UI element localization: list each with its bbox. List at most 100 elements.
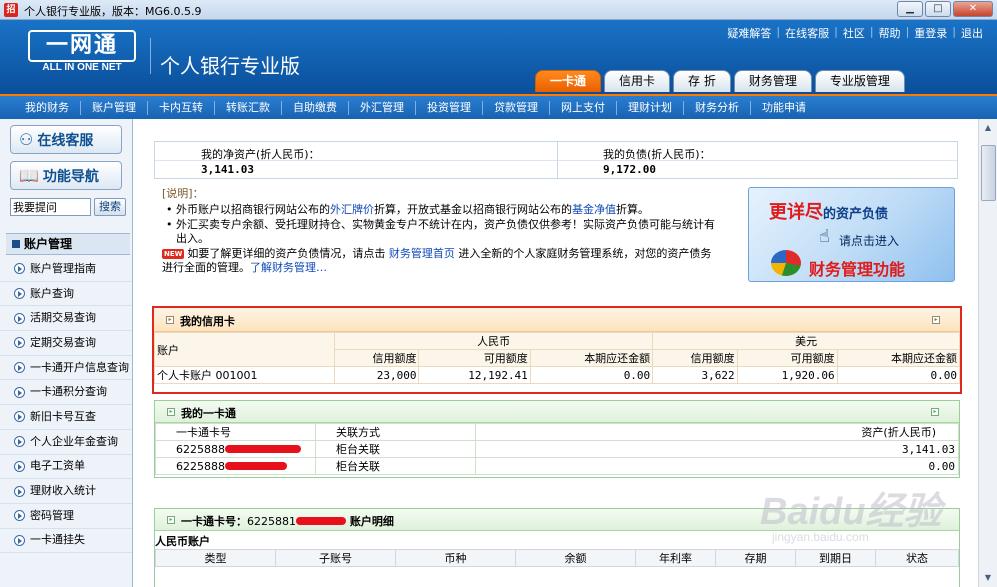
arrow-bullet-icon xyxy=(14,362,25,374)
expand-icon[interactable]: ▸ xyxy=(167,516,175,524)
notes: [说明]： 外币账户以招商银行网站公布的外汇牌价折算，开放式基金以招商银行网站公… xyxy=(162,187,718,275)
scroll-thumb[interactable] xyxy=(981,145,996,201)
table-row[interactable]: 个人卡账户 001001 23,000 12,192.41 0.00 3,622… xyxy=(154,366,961,384)
table-row[interactable]: 6225888 柜台关联 3,141.03 xyxy=(155,440,959,458)
divider xyxy=(557,142,558,178)
menu-current-tx[interactable]: 活期交易查询 xyxy=(0,306,132,332)
sub-header: 本期应还金额 xyxy=(529,349,654,367)
logo-sub: ALL IN ONE NET xyxy=(42,62,122,73)
menu-report-loss[interactable]: 一卡通挂失 xyxy=(0,529,132,554)
detail-title-suffix: 账户明细 xyxy=(349,515,394,528)
tab-passbook[interactable]: 存 折 xyxy=(673,70,731,92)
nav-wealth-plan[interactable]: 理财计划 xyxy=(617,100,684,115)
table-row[interactable]: 6225888 柜台关联 0.00 xyxy=(155,457,959,475)
nav-card-transfer[interactable]: 卡内互转 xyxy=(148,100,215,115)
link-faq[interactable]: 疑难解答 xyxy=(727,25,771,41)
tab-credit-card[interactable]: 信用卡 xyxy=(604,70,671,92)
account-section-header[interactable]: 账户管理 xyxy=(6,233,130,255)
nav-investment[interactable]: 投资管理 xyxy=(416,100,483,115)
sub-header: 本期应还金额 xyxy=(836,349,961,367)
liabilities-value: 9,172.00 xyxy=(603,163,656,176)
menu-open-info[interactable]: 一卡通开户信息查询 xyxy=(0,356,132,381)
menu-card-number-lookup[interactable]: 新旧卡号互查 xyxy=(0,405,132,430)
nav-analysis[interactable]: 财务分析 xyxy=(684,100,751,115)
link-community[interactable]: 社区 xyxy=(843,25,865,41)
tab-finance[interactable]: 财务管理 xyxy=(733,70,812,92)
link-exit[interactable]: 退出 xyxy=(961,25,983,41)
main-nav: 我的财务 账户管理 卡内互转 转账汇款 自助缴费 外汇管理 投资管理 贷款管理 … xyxy=(0,94,997,119)
hand-pointer-icon: ☝ xyxy=(819,226,830,247)
scroll-up-icon[interactable]: ▲ xyxy=(981,121,995,135)
arrow-bullet-icon xyxy=(14,534,25,546)
menu-points[interactable]: 一卡通积分查询 xyxy=(0,380,132,406)
card-number[interactable]: 6225888 xyxy=(155,440,316,458)
logo-main: 一网通 xyxy=(28,30,136,62)
nav-forex[interactable]: 外汇管理 xyxy=(349,100,416,115)
menu-annuity[interactable]: 个人企业年金查询 xyxy=(0,430,132,455)
learn-finance-link[interactable]: 了解财务管理… xyxy=(250,261,327,274)
finance-home-link[interactable]: 财务管理首页 xyxy=(389,247,455,260)
net-assets-value: 3,141.03 xyxy=(201,163,254,176)
menu-fixed-tx[interactable]: 定期交易查询 xyxy=(0,331,132,356)
note-line-1: 外币账户以招商银行网站公布的外汇牌价折算，开放式基金以招商银行网站公布的基金净值… xyxy=(162,203,718,217)
function-guide-button[interactable]: 📖 功能导航 xyxy=(10,161,122,190)
sub-header: 可用额度 xyxy=(736,349,838,367)
finance-promo-banner[interactable]: 更详尽的资产负债 ☝ 请点击进入 财务管理功能 xyxy=(748,187,955,282)
cc-usd-due: 0.00 xyxy=(836,366,961,384)
sidebar: ⚇ 在线客服 📖 功能导航 搜索 账户管理 账户管理指南 账户查询 活期交易查询… xyxy=(0,119,133,587)
nav-loan[interactable]: 贷款管理 xyxy=(483,100,550,115)
menu-label: 一卡通挂失 xyxy=(30,533,85,547)
menu-password[interactable]: 密码管理 xyxy=(0,504,132,529)
online-service-button[interactable]: ⚇ 在线客服 xyxy=(10,125,122,154)
menu-payslip[interactable]: 电子工资单 xyxy=(0,455,132,480)
card-prefix: 6225888 xyxy=(176,442,225,456)
maximize-button[interactable]: □ xyxy=(925,1,951,17)
arrow-bullet-icon xyxy=(14,386,25,398)
assets-value: 0.00 xyxy=(475,457,959,475)
scroll-down-icon[interactable]: ▼ xyxy=(981,571,995,585)
sep: | xyxy=(776,25,781,38)
nav-account-manage[interactable]: 账户管理 xyxy=(81,100,148,115)
menu-account-guide[interactable]: 账户管理指南 xyxy=(0,257,132,282)
yikatong-header: ▸ 我的一卡通 ▸ xyxy=(155,401,959,423)
main-tabs: 一卡通 信用卡 存 折 财务管理 专业版管理 xyxy=(535,70,905,92)
help-input[interactable] xyxy=(10,198,91,216)
rmb-account-label: 人民币账户 xyxy=(155,535,210,548)
nav-self-payment[interactable]: 自助缴费 xyxy=(282,100,349,115)
pie-chart-icon xyxy=(771,250,801,276)
menu-income-stats[interactable]: 理财收入统计 xyxy=(0,479,132,504)
nav-remittance[interactable]: 转账汇款 xyxy=(215,100,282,115)
link-online-service[interactable]: 在线客服 xyxy=(785,25,829,41)
detail-arrow-icon[interactable]: ▸ xyxy=(931,408,939,416)
nav-apply[interactable]: 功能申请 xyxy=(751,101,817,115)
forex-rate-link[interactable]: 外汇牌价 xyxy=(330,203,374,216)
tab-yikatong[interactable]: 一卡通 xyxy=(535,70,602,92)
help-search-row: 搜索 xyxy=(10,198,128,216)
tab-pro-manage[interactable]: 专业版管理 xyxy=(814,70,905,92)
menu-label: 理财收入统计 xyxy=(30,484,96,498)
vertical-scrollbar[interactable]: ▲ ▼ xyxy=(978,119,997,587)
minimize-button[interactable]: ▁ xyxy=(897,1,923,17)
note-line-3: NEW 如要了解更详细的资产负债情况，请点击 财务管理首页 进入全新的个人家庭财务… xyxy=(162,247,718,275)
logo: 一网通 ALL IN ONE NET xyxy=(28,30,136,76)
link-relogin[interactable]: 重登录 xyxy=(914,25,947,41)
link-help[interactable]: 帮助 xyxy=(879,25,901,41)
expand-icon[interactable]: ▸ xyxy=(166,316,174,324)
fund-nav-link[interactable]: 基金净值 xyxy=(572,203,616,216)
expand-icon[interactable]: ▸ xyxy=(167,408,175,416)
nav-my-finance[interactable]: 我的财务 xyxy=(14,100,81,115)
detail-arrow-icon[interactable]: ▸ xyxy=(932,316,940,324)
help-search-button[interactable]: 搜索 xyxy=(94,198,126,216)
card-number[interactable]: 6225888 xyxy=(155,457,316,475)
promo-bottom: 财务管理功能 xyxy=(809,260,906,279)
sep: | xyxy=(834,25,838,38)
nav-online-pay[interactable]: 网上支付 xyxy=(550,100,617,115)
menu-label: 新旧卡号互查 xyxy=(30,409,96,423)
window-title: 个人银行专业版，版本：MG6.0.5.9 xyxy=(24,5,202,18)
close-button[interactable]: ✕ xyxy=(953,1,993,17)
people-icon: ⚇ xyxy=(19,130,34,149)
link-method: 柜台关联 xyxy=(315,457,476,475)
menu-account-query[interactable]: 账户查询 xyxy=(0,282,132,307)
detail-title-prefix: 一卡通卡号： xyxy=(181,515,247,528)
note-line-2: 外汇买卖专户余额、受托理财持仓、实物黄金专户不统计在内，资产负债仅供参考！实际资… xyxy=(162,218,718,246)
